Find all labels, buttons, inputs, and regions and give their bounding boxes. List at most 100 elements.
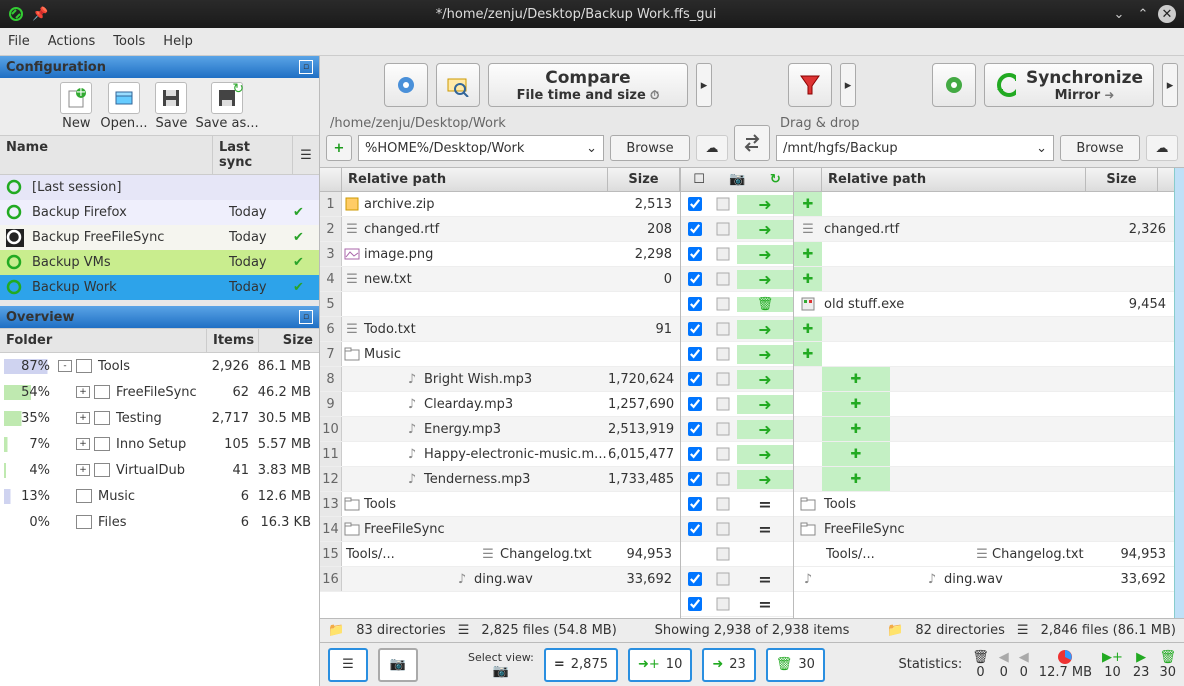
overview-row[interactable]: 7%+Inno Setup1055.57 MB [0, 431, 319, 457]
grid-row[interactable]: 15Tools/...☰Changelog.txt94,953 [320, 542, 680, 567]
compare-settings-button[interactable] [384, 63, 428, 107]
action-row[interactable] [681, 542, 793, 567]
grid-row[interactable]: 3image.png2,298 [320, 242, 680, 267]
action-row[interactable]: ➜ [681, 267, 793, 292]
grid-row[interactable]: ✚ [794, 392, 1174, 417]
close-button[interactable]: ✕ [1158, 5, 1176, 23]
grid-row[interactable]: 14FreeFileSync [320, 517, 680, 542]
action-icon[interactable]: = [737, 520, 793, 539]
left-path-combo[interactable]: %HOME%/Desktop/Work⌄ [358, 135, 604, 161]
grid-row[interactable]: 7Music [320, 342, 680, 367]
grid-row[interactable]: 5 [320, 292, 680, 317]
grid-row[interactable]: ✚ [794, 192, 1174, 217]
compare-dropdown[interactable]: ▸ [696, 63, 712, 107]
view-equal[interactable]: =2,875 [544, 648, 618, 682]
view-toggle-2[interactable]: 📷 [378, 648, 418, 682]
right-browse-button[interactable]: Browse [1060, 135, 1140, 161]
action-icon[interactable]: ➜ [737, 320, 793, 339]
action-row[interactable]: ➜ [681, 417, 793, 442]
view-delete-right[interactable]: 🗑30 [766, 648, 825, 682]
action-icon[interactable]: ➜ [737, 195, 793, 214]
list-options-icon[interactable]: ☰ [293, 136, 319, 174]
expand-icon[interactable]: + [76, 464, 90, 476]
saveas-button[interactable]: ↻Save as... [195, 82, 258, 131]
grid-row[interactable]: 6☰Todo.txt91 [320, 317, 680, 342]
filter-button[interactable] [788, 63, 832, 107]
action-icon[interactable]: ➜ [737, 470, 793, 489]
action-row[interactable]: ➜ [681, 317, 793, 342]
left-cloud-button[interactable]: ☁ [696, 135, 728, 161]
action-row[interactable]: = [681, 592, 793, 617]
action-row[interactable]: = [681, 517, 793, 542]
action-row[interactable]: ➜ [681, 367, 793, 392]
save-button[interactable]: Save [155, 82, 187, 131]
grid-row[interactable]: 11♪Happy-electronic-music.m...6,015,477 [320, 442, 680, 467]
grid-row[interactable]: ✚ [794, 342, 1174, 367]
grid-row[interactable]: 16♪ding.wav33,692 [320, 567, 680, 592]
menu-help[interactable]: Help [163, 34, 193, 49]
overview-row[interactable]: 87%-Tools2,92686.1 MB [0, 353, 319, 379]
expand-icon[interactable]: + [76, 438, 90, 450]
config-item[interactable]: Backup WorkToday✔ [0, 275, 319, 300]
category-header-icon[interactable]: 📷 [729, 172, 745, 187]
action-icon[interactable]: = [737, 570, 793, 589]
expand-icon[interactable]: + [76, 412, 90, 424]
action-icon[interactable]: ➜ [737, 270, 793, 289]
config-item[interactable]: Backup FreeFileSyncToday✔ [0, 225, 319, 250]
open-button[interactable]: Open... [100, 82, 147, 131]
config-item[interactable]: [Last session] [0, 175, 319, 200]
action-icon[interactable]: = [737, 495, 793, 514]
action-header-icon[interactable]: ↻ [770, 172, 781, 187]
grid-row[interactable]: 12♪Tenderness.mp31,733,485 [320, 467, 680, 492]
grid-row[interactable]: ✚ [794, 467, 1174, 492]
config-item[interactable]: Backup VMsToday✔ [0, 250, 319, 275]
compare-magnify-button[interactable] [436, 63, 480, 107]
grid-row[interactable]: 8♪Bright Wish.mp31,720,624 [320, 367, 680, 392]
filter-dropdown[interactable]: ▸ [840, 63, 856, 107]
left-browse-button[interactable]: Browse [610, 135, 690, 161]
expand-icon[interactable]: - [58, 360, 72, 372]
grid-row[interactable]: old stuff.exe9,454 [794, 292, 1174, 317]
sync-dropdown[interactable]: ▸ [1162, 63, 1178, 107]
action-row[interactable]: ➜ [681, 467, 793, 492]
grid-row[interactable]: 2☰changed.rtf208 [320, 217, 680, 242]
view-create-right[interactable]: ➜+10 [628, 648, 692, 682]
config-item[interactable]: Backup FirefoxToday✔ [0, 200, 319, 225]
grid-row[interactable]: Tools/...☰Changelog.txt94,953 [794, 542, 1174, 567]
grid-row[interactable]: Tools [794, 492, 1174, 517]
right-cloud-button[interactable]: ☁ [1146, 135, 1178, 161]
action-row[interactable]: ➜ [681, 342, 793, 367]
action-row[interactable]: ➜ [681, 217, 793, 242]
grid-row[interactable]: ✚ [794, 267, 1174, 292]
overview-row[interactable]: 35%+Testing2,71730.5 MB [0, 405, 319, 431]
action-icon[interactable]: ➜ [737, 245, 793, 264]
action-icon[interactable]: = [737, 595, 793, 614]
action-icon[interactable]: ➜ [737, 220, 793, 239]
action-row[interactable]: ➜ [681, 242, 793, 267]
grid-row[interactable]: 1archive.zip2,513 [320, 192, 680, 217]
grid-row[interactable]: ✚ [794, 417, 1174, 442]
pin-icon[interactable]: 📌 [32, 7, 48, 22]
action-row[interactable]: ➜ [681, 442, 793, 467]
view-update-right[interactable]: ➜23 [702, 648, 755, 682]
maximize-button[interactable]: ⌃ [1134, 5, 1152, 23]
checkbox-header-icon[interactable]: ☐ [693, 172, 705, 187]
swap-button[interactable] [734, 125, 770, 161]
overview-row[interactable]: 0%Files616.3 KB [0, 509, 319, 535]
expand-icon[interactable]: + [76, 386, 90, 398]
add-pair-button[interactable]: + [326, 135, 352, 161]
action-icon[interactable]: ➜ [737, 345, 793, 364]
action-row[interactable]: ➜ [681, 392, 793, 417]
action-icon[interactable]: ➜ [737, 370, 793, 389]
action-icon[interactable]: ➜ [737, 395, 793, 414]
sync-settings-button[interactable] [932, 63, 976, 107]
grid-row[interactable]: ✚ [794, 242, 1174, 267]
grid-row[interactable]: ✚ [794, 317, 1174, 342]
action-icon[interactable]: 🗑 [737, 297, 793, 312]
action-row[interactable]: = [681, 492, 793, 517]
grid-row[interactable]: 13Tools [320, 492, 680, 517]
new-button[interactable]: +New [60, 82, 92, 131]
grid-row[interactable]: ✚ [794, 442, 1174, 467]
minimize-button[interactable]: ⌄ [1110, 5, 1128, 23]
overview-row[interactable]: 13%Music612.6 MB [0, 483, 319, 509]
